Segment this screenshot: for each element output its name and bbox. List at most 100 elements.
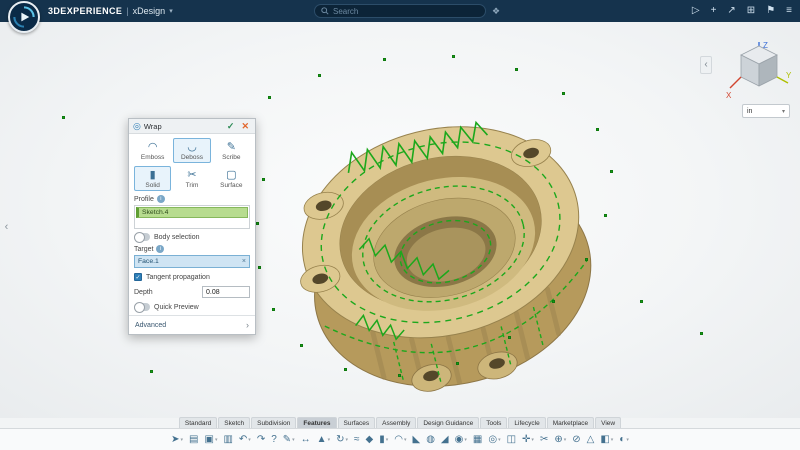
profile-selected-item[interactable]: Sketch.4	[136, 207, 248, 218]
ribbon-tab[interactable]: Subdivision	[251, 417, 296, 428]
body-selection-toggle-row[interactable]: Body selection	[134, 233, 250, 241]
chevron-down-icon[interactable]: ▾	[328, 437, 331, 443]
add-content-icon[interactable]: +	[711, 0, 717, 22]
mirror-icon[interactable]: ◫	[506, 432, 517, 448]
info-icon[interactable]: i	[156, 245, 164, 253]
close-icon[interactable]: ✕	[239, 121, 251, 132]
shell-icon[interactable]: ◍	[425, 432, 436, 448]
wrap-dialog-titlebar[interactable]: ◎ Wrap ✓ ✕	[129, 119, 255, 134]
delete-face-icon[interactable]: ⊘	[571, 432, 581, 448]
play-media-icon[interactable]: ▷	[692, 0, 700, 22]
chevron-down-icon[interactable]: ▾	[215, 437, 218, 443]
wrap-type-option[interactable]: ▮ Solid	[134, 166, 171, 191]
ribbon-tab[interactable]: Marketplace	[547, 417, 594, 428]
select-icon[interactable]: ➤ ▾	[170, 432, 184, 448]
pattern-icon[interactable]: ✛ ▾	[521, 432, 535, 448]
wrap-type-options: ▮ Solid ✂ Trim ▢ Surface	[134, 166, 250, 191]
loft-icon[interactable]: ◆	[365, 432, 375, 448]
wrap-mode-option[interactable]: ◠ Emboss	[134, 138, 171, 163]
tangent-propagation-checkbox[interactable]: ✓	[134, 273, 142, 281]
app-name[interactable]: xDesign	[133, 6, 166, 16]
chamfer-icon[interactable]: ◣	[411, 432, 421, 448]
tangent-propagation-row[interactable]: ✓ Tangent propagation	[134, 273, 250, 281]
viewport-canvas[interactable]	[0, 22, 800, 418]
wrap-mode-option[interactable]: ◡ Deboss	[173, 138, 210, 163]
ribbon-tab[interactable]: Sketch	[218, 417, 250, 428]
chevron-down-icon[interactable]: ▾	[611, 437, 614, 443]
sketch-icon[interactable]: ✎ ▾	[282, 432, 296, 448]
chevron-down-icon[interactable]: ▾	[404, 437, 407, 443]
units-select[interactable]: in ▾	[742, 104, 790, 118]
clipboard-icon[interactable]: ▤	[188, 432, 199, 448]
ribbon-tab[interactable]: Design Guidance	[417, 417, 479, 428]
chevron-down-icon[interactable]: ▾	[464, 437, 467, 443]
depth-label: Depth	[134, 289, 153, 296]
body-selection-toggle[interactable]	[134, 233, 150, 241]
chevron-down-icon[interactable]: ▾	[626, 437, 629, 443]
viewcube-collapse-chevron-icon[interactable]: ‹	[700, 56, 712, 74]
redo-icon[interactable]: ↷	[256, 432, 266, 448]
view-orientation-cube[interactable]: Z X Y	[724, 36, 794, 102]
depth-input[interactable]	[202, 286, 250, 298]
left-panel-toggle-chevron-icon[interactable]: ‹	[1, 218, 12, 236]
wrap-mode-option[interactable]: ✎ Scribe	[213, 138, 250, 163]
ribbon-tab[interactable]: Surfaces	[338, 417, 376, 428]
print-icon[interactable]: ▥	[222, 432, 233, 448]
profile-selection-list[interactable]: Sketch.4	[134, 205, 250, 229]
ribbon-tab[interactable]: View	[595, 417, 621, 428]
hole-icon[interactable]: ◉ ▾	[454, 432, 468, 448]
quick-preview-toggle[interactable]	[134, 303, 150, 311]
thicken-icon[interactable]: ▮ ▾	[378, 432, 389, 448]
undo-icon[interactable]: ↶ ▾	[238, 432, 252, 448]
ribbon-tab[interactable]: Features	[297, 417, 336, 428]
chevron-down-icon[interactable]: ▾	[498, 437, 501, 443]
target-selection-field[interactable]: Face.1 ×	[134, 255, 250, 268]
ribbon-tab[interactable]: Standard	[179, 417, 217, 428]
chevron-down-icon[interactable]: ▾	[248, 437, 251, 443]
ribbon-tab[interactable]: Assembly	[376, 417, 416, 428]
advanced-section-expander[interactable]: Advanced ›	[129, 315, 255, 334]
split-icon[interactable]: ✂	[539, 432, 549, 448]
chevron-down-icon[interactable]: ▾	[386, 437, 389, 443]
user-menu-icon[interactable]: ≡	[786, 0, 792, 22]
share-icon[interactable]: ↗	[727, 0, 735, 22]
measure-icon[interactable]: △	[586, 432, 596, 448]
clear-selection-icon[interactable]: ×	[242, 258, 246, 265]
model-ring[interactable]	[268, 77, 618, 422]
units-value: in	[747, 108, 782, 115]
help-icon[interactable]: ?	[270, 432, 278, 448]
dimension-icon[interactable]: ↔	[300, 432, 312, 448]
apps-grid-icon[interactable]: ⊞	[747, 0, 755, 22]
ribbon-tab[interactable]: Tools	[480, 417, 507, 428]
ribbon-tab[interactable]: Lifecycle	[508, 417, 545, 428]
chevron-down-icon[interactable]: ▾	[292, 437, 295, 443]
info-icon[interactable]: i	[157, 195, 165, 203]
section-icon[interactable]: ◧ ▾	[599, 432, 614, 448]
quick-preview-toggle-row[interactable]: Quick Preview	[134, 303, 250, 311]
wrap-type-option[interactable]: ✂ Trim	[173, 166, 210, 191]
chevron-down-icon[interactable]: ▾	[181, 437, 184, 443]
app-switcher-caret-icon[interactable]: ▾	[169, 7, 173, 15]
display-style-icon[interactable]: ◐ ▾	[618, 432, 630, 448]
fillet-icon[interactable]: ◠ ▾	[393, 432, 407, 448]
extrude-icon[interactable]: ▲ ▾	[316, 432, 331, 448]
combine-icon[interactable]: ⊕ ▾	[553, 432, 567, 448]
depth-row: Depth	[134, 286, 250, 298]
rib-icon[interactable]: ▦	[472, 432, 483, 448]
flag-icon[interactable]: ⚑	[766, 0, 775, 22]
chevron-down-icon[interactable]: ▾	[564, 437, 567, 443]
draft-icon[interactable]: ◢	[440, 432, 450, 448]
wrap-type-option[interactable]: ▢ Surface	[213, 166, 250, 191]
wrap-mode-options: ◠ Emboss ◡ Deboss ✎ Scribe	[134, 138, 250, 163]
3dexperience-compass-logo[interactable]	[8, 1, 40, 33]
search-tag-icon[interactable]: ❖	[492, 5, 500, 17]
revolve-icon[interactable]: ↻ ▾	[335, 432, 349, 448]
save-icon[interactable]: ▣ ▾	[203, 432, 218, 448]
sweep-icon[interactable]: ≈	[353, 432, 361, 448]
chevron-down-icon[interactable]: ▾	[531, 437, 534, 443]
confirm-check-icon[interactable]: ✓	[225, 121, 237, 132]
global-search[interactable]	[314, 4, 486, 18]
chevron-down-icon[interactable]: ▾	[345, 437, 348, 443]
wrap-icon[interactable]: ◎ ▾	[487, 432, 501, 448]
search-input[interactable]	[333, 7, 479, 16]
